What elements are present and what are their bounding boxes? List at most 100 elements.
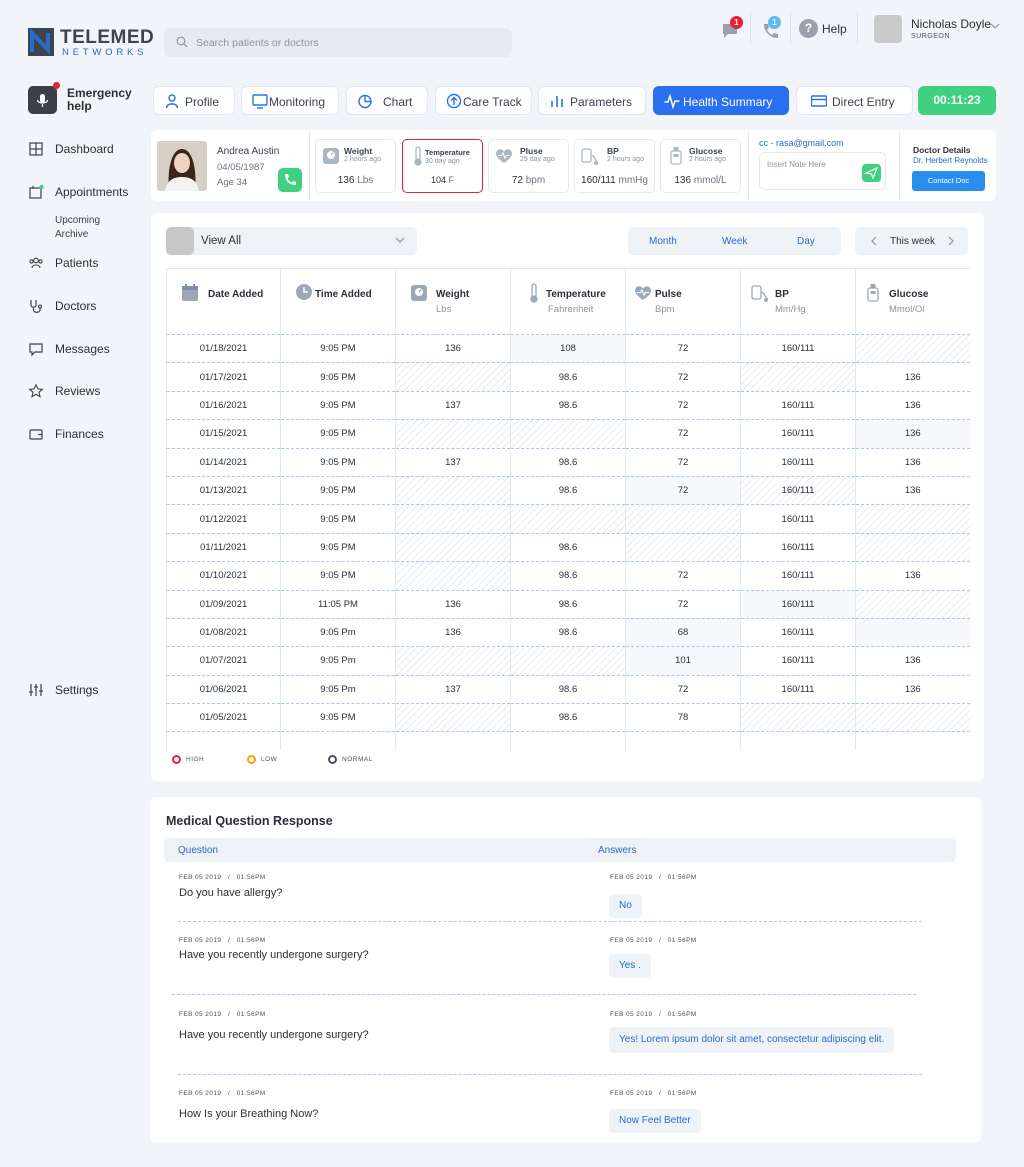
table-row[interactable]: 01/08/2021 9:05 Pm 136 98.6 68 160/111 bbox=[166, 617, 970, 647]
table-row[interactable]: 01/06/2021 9:05 Pm 137 98.6 72 160/111 136 bbox=[166, 674, 970, 704]
tab-chart[interactable]: Chart bbox=[346, 86, 428, 115]
table-row[interactable]: 01/14/2021 9:05 PM 137 98.6 72 160/111 136 bbox=[166, 447, 970, 477]
column-bp[interactable]: BP Mm/Hg bbox=[740, 268, 856, 335]
sidebar-item-patients[interactable]: Patients bbox=[28, 253, 148, 273]
table-row[interactable]: 01/15/2021 9:05 PM 72 160/111 136 bbox=[166, 419, 970, 449]
table-row[interactable]: 01/10/2021 9:05 PM 98.6 72 160/111 136 bbox=[166, 561, 970, 591]
emergency-button[interactable] bbox=[28, 86, 57, 114]
column-time-added[interactable]: Time Added bbox=[280, 268, 396, 335]
call-patient-button[interactable] bbox=[278, 168, 302, 192]
table-row[interactable]: 01/09/2021 11:05 PM 136 98.6 72 160/111 bbox=[166, 589, 970, 619]
phone-icon bbox=[285, 174, 296, 185]
tab-direct-entry[interactable]: Direct Entry bbox=[796, 86, 913, 115]
column-title: Date Added bbox=[208, 289, 264, 300]
table-cell: 137 bbox=[395, 674, 511, 704]
table-row[interactable]: 01/12/2021 9:05 PM 160/111 bbox=[166, 504, 970, 534]
table-cell: 98.6 bbox=[510, 589, 626, 619]
table-header-row: Date Added Time Added Weight Lbs Tempera… bbox=[166, 268, 970, 335]
table-cell: 72 bbox=[625, 475, 741, 505]
session-timer[interactable]: 00:11:23 bbox=[918, 86, 996, 115]
table-row[interactable]: 01/16/2021 9:05 PM 137 98.6 72 160/111 136 bbox=[166, 390, 970, 420]
star-icon bbox=[28, 383, 44, 398]
column-title: BP bbox=[775, 289, 789, 300]
sidebar-item-label: Settings bbox=[55, 683, 99, 697]
tab-profile[interactable]: Profile bbox=[153, 86, 235, 115]
table-row[interactable]: 01/17/2021 9:05 PM 98.6 72 136 bbox=[166, 362, 970, 392]
chevron-left-icon[interactable] bbox=[870, 236, 878, 246]
view-filter-select[interactable]: View All bbox=[166, 227, 417, 255]
avatar[interactable] bbox=[874, 15, 902, 43]
search-bar[interactable] bbox=[164, 28, 512, 57]
sidebar-item-finances[interactable]: Finances bbox=[28, 424, 148, 444]
column-title: Time Added bbox=[315, 289, 372, 300]
messages-badge: 1 bbox=[730, 16, 743, 29]
vital-pulse[interactable]: Pluse 25 day ago 72 bpm bbox=[488, 139, 569, 193]
tab-health-summary[interactable]: Health Summary bbox=[653, 86, 789, 115]
vital-glucose[interactable]: Glucose 2 hours ago 136 mmol/L bbox=[660, 139, 741, 193]
tab-label: Care Track bbox=[463, 95, 522, 109]
help-icon: ? bbox=[799, 19, 818, 38]
column-unit: Fahrenheit bbox=[548, 304, 594, 315]
divider bbox=[178, 1074, 922, 1075]
column-date-added[interactable]: Date Added bbox=[166, 268, 281, 335]
note-cc-email[interactable]: cc - rasa@gmail.com bbox=[759, 138, 844, 148]
chevron-right-icon[interactable] bbox=[947, 236, 955, 246]
calls-button[interactable]: 1 bbox=[758, 16, 784, 42]
tab-monitoring[interactable]: Monitoring bbox=[241, 86, 339, 115]
period-day[interactable]: Day bbox=[797, 236, 815, 247]
tab-parameters[interactable]: Parameters bbox=[538, 86, 646, 115]
sidebar-item-reviews[interactable]: Reviews bbox=[28, 381, 148, 401]
table-row[interactable]: 01/05/2021 9:05 PM 98.6 78 bbox=[166, 703, 970, 732]
messages-button[interactable]: 1 bbox=[718, 16, 744, 42]
pulse-icon bbox=[664, 93, 680, 109]
doctor-name[interactable]: Dr. Herbert Reynolds bbox=[913, 156, 988, 165]
telemed-logo-icon bbox=[28, 28, 54, 56]
table-cell bbox=[855, 504, 970, 534]
period-week[interactable]: Week bbox=[722, 236, 747, 247]
column-unit: Mmol/Ol bbox=[889, 304, 925, 315]
period-switch[interactable]: Month Week Day bbox=[628, 227, 841, 255]
table-cell bbox=[395, 362, 511, 392]
brand-logo[interactable]: TELEMED NETWORKS bbox=[28, 27, 158, 59]
question-timestamp: FEB 05 2019 / 01:56PM bbox=[179, 874, 266, 881]
table-row[interactable]: 01/07/2021 9:05 Pm 101 160/111 136 bbox=[166, 646, 970, 676]
sidebar-item-appointments[interactable]: Appointments bbox=[28, 182, 148, 202]
table-cell bbox=[510, 731, 626, 750]
bar-chart-icon bbox=[551, 96, 563, 107]
emergency-label[interactable]: Emergency help bbox=[67, 87, 147, 113]
table-row[interactable]: 01/13/2021 9:05 PM 98.6 72 160/111 136 bbox=[166, 475, 970, 505]
week-navigator[interactable]: This week bbox=[855, 227, 968, 255]
vital-weight[interactable]: Weight 2 hours ago 136 Lbs bbox=[315, 139, 396, 193]
table-row[interactable]: 01/18/2021 9:05 PM 136 108 72 160/111 bbox=[166, 333, 970, 363]
view-filter-label: View All bbox=[201, 235, 242, 247]
table-cell: 9:05 Pm bbox=[280, 646, 396, 676]
user-name[interactable]: Nicholas Doyle bbox=[911, 17, 991, 31]
tab-care-track[interactable]: Care Track bbox=[435, 86, 532, 115]
vital-temperature[interactable]: Temperature 30 day ago 104 F bbox=[402, 139, 483, 193]
table-cell bbox=[510, 419, 626, 449]
table-cell bbox=[395, 703, 511, 732]
column-pulse[interactable]: Pulse Bpm bbox=[625, 268, 741, 335]
chevron-down-icon[interactable] bbox=[990, 22, 1000, 30]
thermometer-icon bbox=[530, 283, 538, 303]
column-temperature[interactable]: Temperature Fahrenheit bbox=[510, 268, 626, 335]
tab-label: Health Summary bbox=[683, 95, 773, 109]
sidebar-subitem-upcoming[interactable]: Upcoming bbox=[55, 215, 100, 226]
send-note-button[interactable] bbox=[862, 164, 881, 182]
search-input[interactable] bbox=[196, 33, 496, 53]
table-cell bbox=[510, 504, 626, 534]
column-weight[interactable]: Weight Lbs bbox=[395, 268, 511, 335]
table-cell: 01/12/2021 bbox=[166, 504, 281, 534]
sidebar-item-dashboard[interactable]: Dashboard bbox=[28, 139, 148, 159]
sidebar-item-messages[interactable]: Messages bbox=[28, 339, 148, 359]
column-glucose[interactable]: Glucose Mmol/Ol bbox=[855, 268, 970, 335]
period-month[interactable]: Month bbox=[649, 236, 677, 247]
sidebar-subitem-archive[interactable]: Archive bbox=[55, 229, 88, 240]
vital-bp[interactable]: BP 2 hours ago 160/111 mmHg bbox=[574, 139, 655, 193]
sidebar-item-doctors[interactable]: Doctors bbox=[28, 296, 148, 316]
contact-doc-button[interactable]: Contact Doc bbox=[912, 171, 985, 191]
table-cell: 136 bbox=[855, 674, 970, 704]
table-row[interactable]: 01/11/2021 9:05 PM 98.6 160/111 bbox=[166, 532, 970, 562]
sidebar-item-settings[interactable]: Settings bbox=[28, 680, 148, 700]
monitor-icon bbox=[252, 94, 268, 109]
